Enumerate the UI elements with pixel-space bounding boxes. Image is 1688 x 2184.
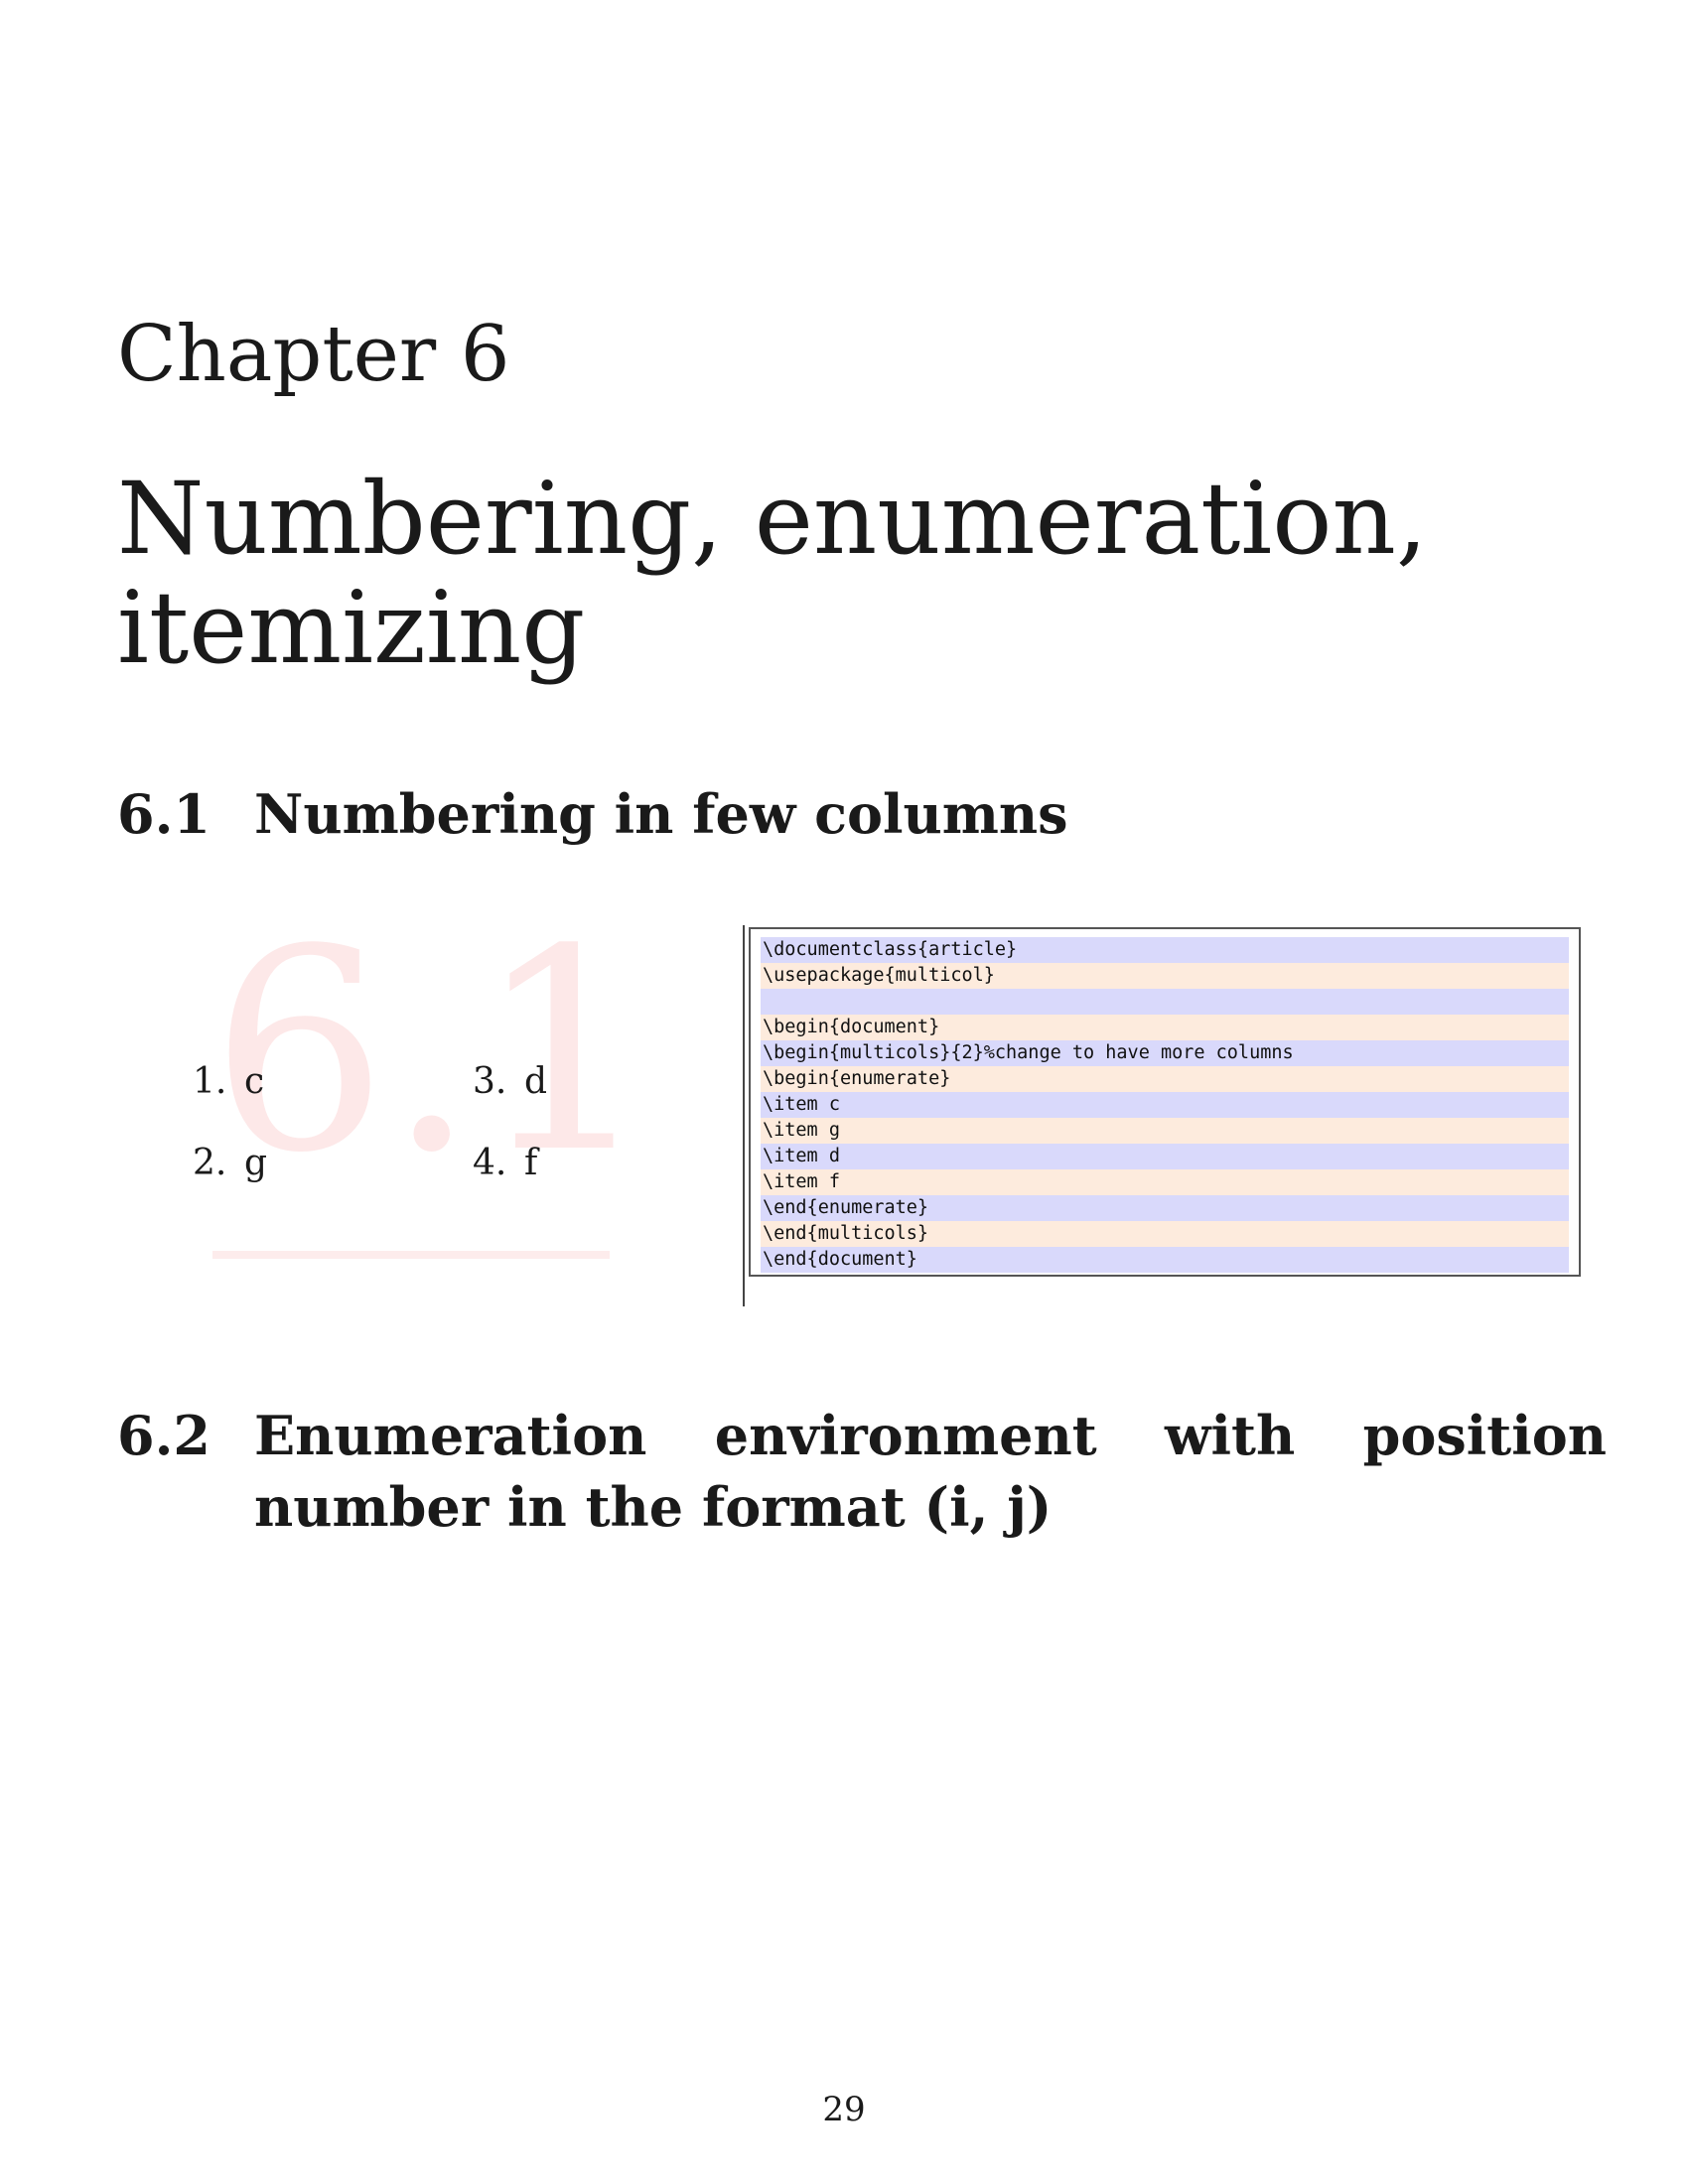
code-line: \end{enumerate} xyxy=(761,1195,1569,1221)
list-item-marker: 4. xyxy=(473,1143,507,1183)
code-line: \item c xyxy=(761,1092,1569,1118)
list-item: 4. f xyxy=(473,1146,537,1181)
list-item: 2. g xyxy=(193,1146,267,1181)
code-line: \documentclass{article} xyxy=(761,937,1569,963)
list-item: 1. c xyxy=(193,1064,264,1100)
chapter-label: Chapter 6 xyxy=(117,310,510,399)
code-line: \usepackage{multicol} xyxy=(761,963,1569,989)
section-title: Enumeration environment with position nu… xyxy=(254,1404,1607,1539)
list-item-marker: 1. xyxy=(193,1061,227,1102)
list-item-marker: 3. xyxy=(473,1061,507,1102)
code-line: \item d xyxy=(761,1144,1569,1169)
code-line: \item g xyxy=(761,1118,1569,1144)
section-title: Numbering in few columns xyxy=(254,782,1068,846)
code-line: \item f xyxy=(761,1169,1569,1195)
list-item-text: c xyxy=(244,1061,265,1102)
code-line: \begin{document} xyxy=(761,1015,1569,1040)
section-number: 6.1 xyxy=(117,782,211,846)
list-item: 3. d xyxy=(473,1064,547,1100)
section-watermark: 6.1 xyxy=(211,890,653,1214)
code-line: \end{multicols} xyxy=(761,1221,1569,1247)
code-line: \end{document} xyxy=(761,1247,1569,1273)
code-listing: \documentclass{article} \usepackage{mult… xyxy=(749,927,1581,1277)
code-line xyxy=(761,989,1569,1015)
list-item-text: d xyxy=(524,1061,548,1102)
section-heading-6-2: 6.2 Enumeration environment with positio… xyxy=(117,1400,1607,1543)
code-line: \begin{enumerate} xyxy=(761,1066,1569,1092)
list-item-text: g xyxy=(244,1143,268,1183)
watermark-underline xyxy=(212,1251,610,1259)
list-item-marker: 2. xyxy=(193,1143,227,1183)
list-item-text: f xyxy=(524,1143,538,1183)
section-number: 6.2 xyxy=(117,1404,211,1467)
chapter-title: Numbering, enumeration, itemizing xyxy=(117,461,1428,686)
page-number: 29 xyxy=(822,2090,866,2129)
listing-left-rule xyxy=(743,925,745,1306)
code-line: \begin{multicols}{2}%change to have more… xyxy=(761,1040,1569,1066)
section-heading-6-1: 6.1 Numbering in few columns xyxy=(117,778,1587,850)
